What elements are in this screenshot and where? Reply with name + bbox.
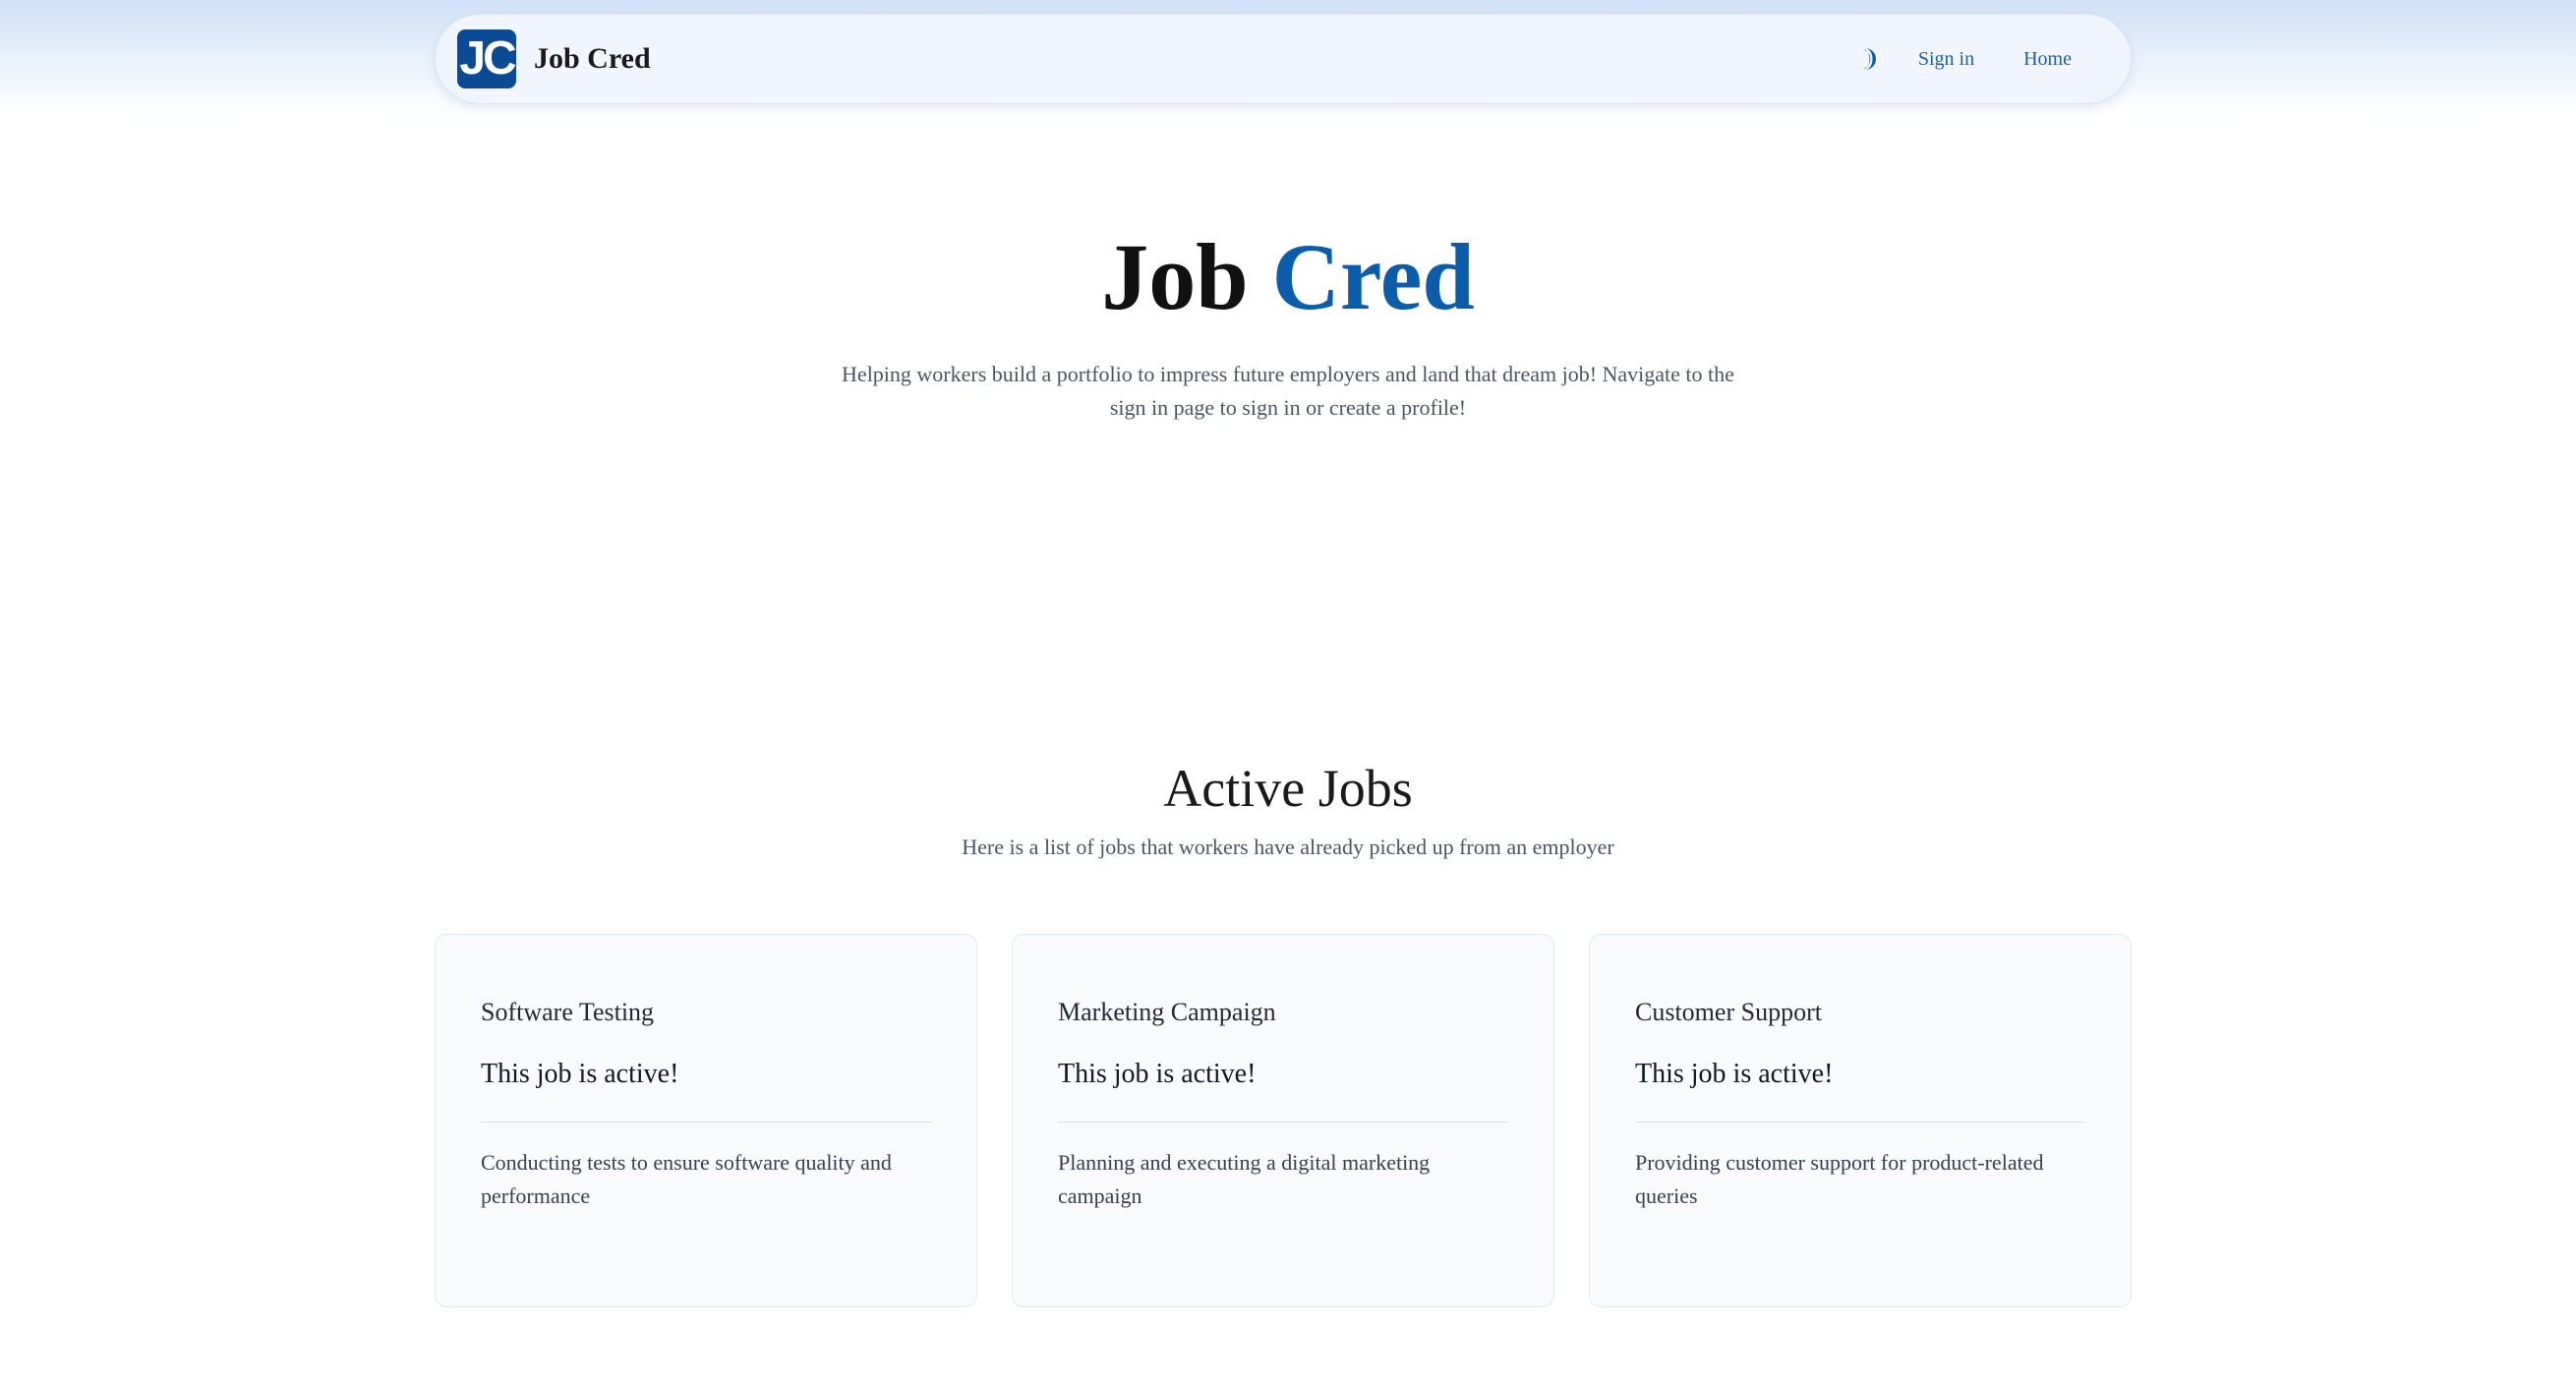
job-card-description: Planning and executing a digital marketi… (1058, 1150, 1431, 1208)
active-jobs-subtitle: Here is a list of jobs that workers have… (962, 835, 1614, 859)
job-cards: Software Testing This job is active! Con… (435, 934, 2132, 1307)
hero-section: Job Cred Helping workers build a portfol… (0, 218, 2576, 425)
job-card-title: Marketing Campaign (1058, 998, 1276, 1026)
logo: JC (457, 29, 517, 88)
job-card-divider (1635, 1122, 2085, 1123)
active-jobs-title: Active Jobs (1163, 759, 1413, 818)
hero-title-part1: Job (1101, 224, 1249, 329)
half-moon-icon (1862, 48, 1876, 70)
job-card-status: This job is active! (481, 1059, 679, 1089)
top-navbar: JC Job Cred Sign in Home (435, 14, 2132, 104)
hero-title-part2: Cred (1271, 224, 1475, 329)
nav-links: Sign in Home (1855, 44, 2072, 74)
logo-text: JC (459, 32, 516, 85)
brand-name: Job Cred (534, 42, 651, 75)
job-card-title: Software Testing (481, 998, 655, 1026)
job-card-divider (481, 1122, 931, 1123)
nav-link-home[interactable]: Home (2023, 48, 2072, 71)
job-card: Customer Support This job is active! Pro… (1589, 934, 2132, 1307)
job-card-description: Providing customer support for product-r… (1635, 1150, 2044, 1208)
active-jobs-section: Active Jobs Here is a list of jobs that … (0, 752, 2576, 862)
hero-description: Helping workers build a portfolio to imp… (842, 362, 1734, 420)
job-card-status: This job is active! (1058, 1059, 1257, 1089)
job-card: Marketing Campaign This job is active! P… (1012, 934, 1554, 1307)
job-card: Software Testing This job is active! Con… (435, 934, 977, 1307)
brand-home-link[interactable]: JC Job Cred (455, 29, 651, 88)
job-card-status: This job is active! (1635, 1059, 1834, 1089)
job-card-title: Customer Support (1635, 998, 1822, 1026)
hero-title: Job Cred (0, 218, 2576, 336)
job-card-description: Conducting tests to ensure software qual… (481, 1150, 892, 1208)
nav-link-sign-in[interactable]: Sign in (1918, 48, 1974, 71)
job-card-divider (1058, 1122, 1508, 1123)
theme-toggle-button[interactable] (1855, 44, 1885, 74)
